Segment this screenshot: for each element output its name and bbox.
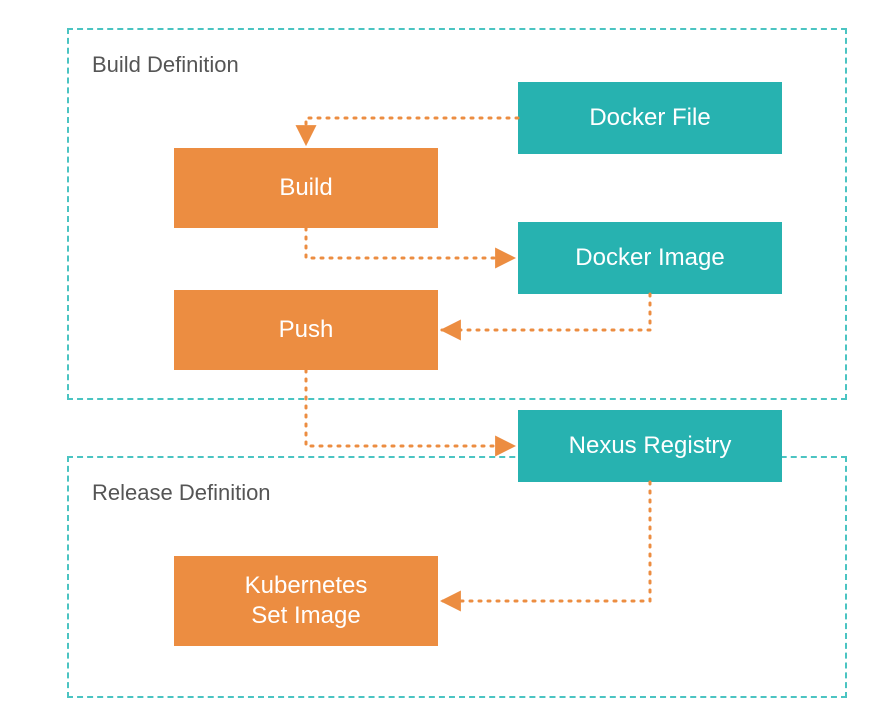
- node-kubernetes-label: Kubernetes Set Image: [245, 571, 368, 631]
- diagram-canvas: Build Definition Release Definition Dock…: [0, 0, 881, 728]
- node-docker-image: Docker Image: [518, 222, 782, 294]
- group-build-definition-label: Build Definition: [92, 52, 239, 78]
- node-push: Push: [174, 290, 438, 370]
- group-release-definition-label: Release Definition: [92, 480, 271, 506]
- node-nexus-registry: Nexus Registry: [518, 410, 782, 482]
- node-docker-file: Docker File: [518, 82, 782, 154]
- node-build: Build: [174, 148, 438, 228]
- node-kubernetes-set-image: Kubernetes Set Image: [174, 556, 438, 646]
